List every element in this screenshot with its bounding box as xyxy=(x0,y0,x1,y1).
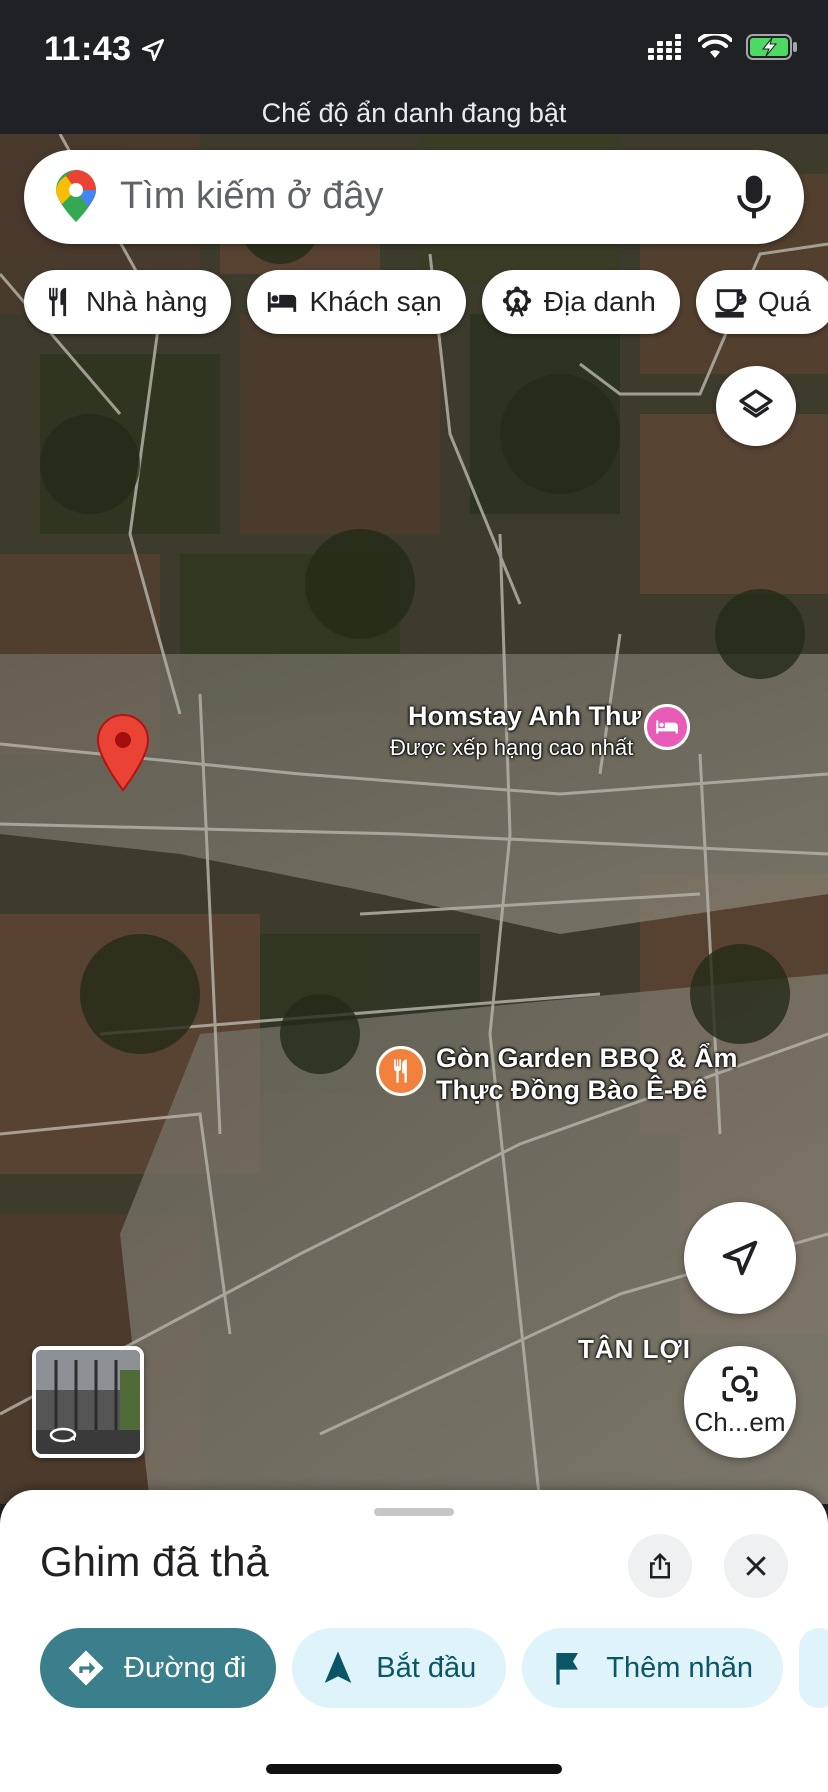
poi-restaurant-line2: Thực Đồng Bào Ê-Đê xyxy=(436,1075,708,1105)
restaurant-icon xyxy=(394,1059,407,1083)
close-icon xyxy=(746,1556,766,1576)
poi-homestay-label[interactable]: Homstay Anh Thư Được xếp hạng cao nhất xyxy=(390,700,642,764)
search-input[interactable] xyxy=(120,168,680,224)
search-bar[interactable] xyxy=(24,150,804,244)
poi-homestay-name: Homstay Anh Thư xyxy=(408,701,642,731)
hotel-poi-marker[interactable] xyxy=(644,704,690,750)
street-view-thumbnail[interactable] xyxy=(32,1346,144,1458)
area-label-tan-loi: TÂN LỢI xyxy=(578,1334,691,1364)
directions-icon xyxy=(68,1650,104,1686)
microphone-icon[interactable] xyxy=(734,174,774,220)
more-actions-button[interactable] xyxy=(798,1628,828,1708)
location-arrow-icon xyxy=(141,38,164,61)
google-maps-pin-icon xyxy=(56,170,96,222)
chip-attractions[interactable]: Địa danh xyxy=(481,270,680,334)
time-text: 11:43 xyxy=(44,30,132,68)
add-label-button[interactable]: Thêm nhãn xyxy=(522,1628,783,1708)
category-chips: Nhà hàng Khách sạn Địa danh Quá xyxy=(24,270,828,334)
layers-icon xyxy=(739,389,773,418)
incognito-notice: Chế độ ẩn danh đang bật xyxy=(0,96,828,134)
chip-coffee[interactable]: Quá xyxy=(695,270,828,334)
navigation-arrow-icon xyxy=(324,1651,352,1683)
restaurant-icon xyxy=(49,287,67,317)
dropped-pin-sheet[interactable]: Ghim đã thả Đường đi Bắt đầu Thêm nhãn xyxy=(0,1490,828,1792)
attraction-icon xyxy=(502,286,531,317)
directions-label: Đường đi xyxy=(124,1651,247,1684)
rotate-360-icon xyxy=(49,1427,77,1443)
hotel-icon xyxy=(268,292,297,312)
restaurant-poi-marker[interactable] xyxy=(376,1046,426,1096)
chip-coffee-label: Quá xyxy=(757,286,811,317)
layers-button[interactable] xyxy=(716,366,796,446)
chip-attractions-label: Địa danh xyxy=(543,286,656,317)
sheet-grabber[interactable] xyxy=(374,1508,454,1516)
action-buttons: Đường đi Bắt đầu Thêm nhãn xyxy=(40,1628,828,1708)
poi-restaurant-line1: Gòn Garden BBQ & Ẩm xyxy=(436,1043,738,1073)
cellular-signal-icon xyxy=(648,34,681,60)
sheet-title: Ghim đã thả xyxy=(40,1538,269,1585)
status-bar: 11:43 xyxy=(0,0,828,98)
chip-restaurants[interactable]: Nhà hàng xyxy=(24,270,232,334)
poi-homestay-rating: Được xếp hạng cao nhất xyxy=(390,735,634,760)
coffee-icon xyxy=(715,289,747,318)
camera-lens-icon xyxy=(722,1366,758,1401)
directions-button[interactable]: Đường đi xyxy=(40,1628,277,1708)
chip-hotels[interactable]: Khách sạn xyxy=(247,270,466,334)
poi-restaurant-label[interactable]: Gòn Garden BBQ & Ẩm Thực Đồng Bào Ê-Đê xyxy=(436,1042,738,1106)
chip-restaurants-label: Nhà hàng xyxy=(86,286,208,317)
lens-button[interactable]: Ch...em xyxy=(684,1346,796,1458)
close-button[interactable] xyxy=(724,1534,788,1598)
add-label-label: Thêm nhãn xyxy=(606,1651,753,1684)
wifi-icon xyxy=(698,34,732,58)
start-label: Bắt đầu xyxy=(376,1651,477,1684)
share-button[interactable] xyxy=(628,1534,692,1598)
share-icon xyxy=(650,1552,670,1579)
dropped-pin-icon[interactable] xyxy=(96,714,150,792)
battery-charging-icon xyxy=(746,34,797,60)
flag-icon xyxy=(556,1653,579,1685)
start-button[interactable]: Bắt đầu xyxy=(292,1628,507,1708)
chip-hotels-label: Khách sạn xyxy=(309,286,442,317)
my-location-button[interactable] xyxy=(684,1202,796,1314)
status-time: 11:43 xyxy=(44,30,166,69)
navigation-arrow-icon xyxy=(722,1240,758,1276)
home-indicator xyxy=(266,1764,562,1774)
hotel-icon xyxy=(656,720,678,734)
lens-label: Ch...em xyxy=(694,1406,786,1437)
